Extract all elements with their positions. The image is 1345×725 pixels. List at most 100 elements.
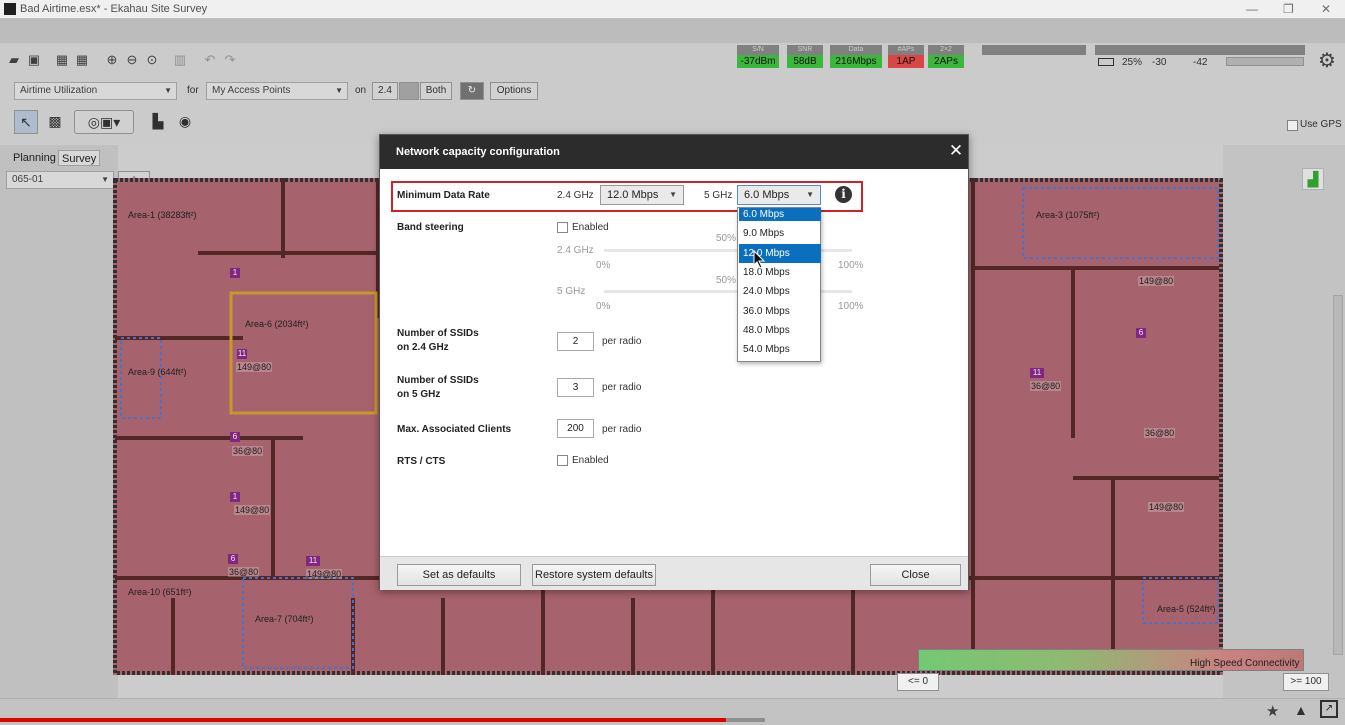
ap-marker[interactable]: 11 (306, 556, 320, 566)
option-12mbps[interactable]: 12.0 Mbps (739, 244, 821, 263)
area-label: Area-10 (651ft²) (128, 587, 192, 597)
max-clients-input[interactable]: 200 (557, 419, 594, 438)
stat-data: Data 216Mbps (830, 45, 882, 69)
rate-24-dropdown[interactable]: 12.0 Mbps ▼ (600, 185, 684, 205)
stat-2x2: 2×2 2APs (928, 45, 964, 69)
ap-marker[interactable]: 6 (228, 554, 238, 564)
slider-5-mid-label: 50% (716, 275, 737, 286)
chevron-down-icon: ▼ (806, 190, 814, 199)
per-radio-label: per radio (602, 336, 642, 347)
stat-label: S/N (737, 45, 779, 55)
chevron-down-icon: ▼ (164, 86, 172, 95)
rts-cts-checkbox[interactable] (557, 455, 568, 466)
legend-max-value[interactable]: >= 100 (1283, 673, 1329, 691)
ssid5-label: Number of SSIDs (397, 375, 479, 386)
ap-channel-label: 36@80 (1030, 381, 1062, 391)
min-data-rate-label: Minimum Data Rate (397, 190, 490, 201)
tab-survey[interactable]: Survey (58, 150, 101, 166)
settings-gear-icon[interactable]: ⚙ (1318, 48, 1336, 73)
zoom-fit-icon[interactable]: ⊙ (144, 52, 160, 68)
band-steering-checkbox[interactable] (557, 222, 568, 233)
maximize-icon[interactable]: ❐ (1283, 2, 1294, 16)
star-icon[interactable]: ★ (1266, 702, 1279, 720)
stat-value: -37dBm (737, 55, 779, 68)
ssid24-label: Number of SSIDs (397, 328, 479, 339)
redo-icon[interactable]: ↷ (222, 52, 238, 68)
rate-5-value: 6.0 Mbps (744, 189, 790, 201)
grid-icon[interactable]: ▦ (54, 52, 70, 68)
rate-24-value: 12.0 Mbps (607, 189, 659, 201)
minimize-icon[interactable]: — (1246, 2, 1258, 16)
area-label: Area-7 (704ft²) (255, 614, 314, 624)
mouse-cursor-icon (753, 250, 766, 269)
use-gps-checkbox[interactable] (1287, 120, 1298, 131)
option-6mbps[interactable]: 6.0 Mbps (739, 208, 821, 221)
select-pointer-icon[interactable]: ↖ (14, 110, 38, 134)
expand-up-icon[interactable]: ▲ (1294, 702, 1308, 718)
band-5-button[interactable] (399, 82, 419, 100)
option-54mbps[interactable]: 54.0 Mbps (739, 340, 821, 359)
stat-label: 2×2 (928, 45, 964, 55)
signal-chart-icon[interactable]: ▟ (1302, 168, 1324, 190)
zoom-in-icon[interactable]: ⊕ (104, 52, 120, 68)
stat-snr: SNR 58dB (787, 45, 823, 69)
open-icon[interactable]: ▰ (6, 52, 22, 68)
ap-marker[interactable]: 1 (230, 492, 240, 502)
ssid24-label-2: on 2.4 GHz (397, 342, 449, 353)
ssid24-input[interactable]: 2 (557, 332, 594, 351)
grid2-icon[interactable]: ▦ (74, 52, 90, 68)
video-progress-bar[interactable] (0, 718, 726, 722)
stat-label: #APs (888, 45, 924, 55)
option-18mbps[interactable]: 18.0 Mbps (739, 263, 821, 282)
chart-icon[interactable]: ▥ (172, 52, 188, 68)
restore-defaults-button[interactable]: Restore system defaults (532, 564, 656, 586)
ap-marker[interactable]: 11 (1030, 368, 1044, 378)
globe-icon[interactable]: ◉ (173, 110, 197, 134)
vertical-scrollbar[interactable] (1333, 295, 1343, 655)
set-defaults-button[interactable]: Set as defaults (397, 564, 521, 586)
popout-icon[interactable]: ↗ (1320, 700, 1338, 718)
right-panel (1223, 145, 1345, 698)
ssid5-input[interactable]: 3 (557, 378, 594, 397)
option-24mbps[interactable]: 24.0 Mbps (739, 282, 821, 301)
close-window-icon[interactable]: ✕ (1321, 2, 1331, 16)
menu-bar (0, 19, 1345, 43)
app-icon (4, 3, 16, 15)
stat-signal: S/N -37dBm (737, 45, 779, 69)
band-both-button[interactable]: Both (420, 82, 452, 100)
floor-select[interactable]: 065-01 ▼ (6, 171, 114, 189)
ap-tool-icon[interactable]: ◎▣▾ (74, 110, 134, 134)
zoom-out-icon[interactable]: ⊖ (124, 52, 140, 68)
close-button[interactable]: Close (870, 564, 961, 586)
video-buffer-bar (726, 718, 765, 722)
per-radio-label: per radio (602, 424, 642, 435)
wall-tool-icon[interactable]: ▩ (43, 110, 67, 134)
chevron-down-icon: ▼ (669, 190, 677, 199)
close-icon[interactable]: ✕ (948, 142, 964, 160)
stat-value: 1AP (888, 55, 924, 68)
stat-value: 2APs (928, 55, 964, 68)
info-icon[interactable]: i (835, 186, 852, 203)
window-title-bar: Bad Airtime.esx* - Ekahau Site Survey — … (0, 0, 1345, 19)
visualization-select[interactable]: Airtime Utilization ▼ (14, 82, 177, 100)
ap-filter-select[interactable]: My Access Points ▼ (206, 82, 348, 100)
ap-marker[interactable]: 6 (1136, 328, 1146, 338)
refresh-icon[interactable]: ↻ (460, 82, 484, 100)
measure-tool-icon[interactable]: ▙ (146, 110, 170, 134)
ap-marker[interactable]: 11 (237, 349, 247, 359)
save-icon[interactable]: ▣ (26, 52, 42, 68)
undo-icon[interactable]: ↶ (202, 52, 218, 68)
option-9mbps[interactable]: 9.0 Mbps (739, 224, 821, 243)
slider-24-mid-label: 50% (716, 233, 737, 244)
rts-cts-enabled-label: Enabled (572, 455, 609, 466)
ap-marker[interactable]: 1 (230, 268, 240, 278)
tab-planning[interactable]: Planning (10, 150, 59, 166)
rate-5-dropdown[interactable]: 6.0 Mbps ▼ (737, 185, 821, 205)
options-button[interactable]: Options (490, 82, 538, 100)
band-24-button[interactable]: 2.4 (372, 82, 398, 100)
option-36mbps[interactable]: 36.0 Mbps (739, 302, 821, 321)
legend-min-value[interactable]: <= 0 (897, 673, 939, 691)
ap-marker[interactable]: 6 (230, 432, 240, 442)
max-clients-label: Max. Associated Clients (397, 424, 512, 435)
option-48mbps[interactable]: 48.0 Mbps (739, 321, 821, 340)
